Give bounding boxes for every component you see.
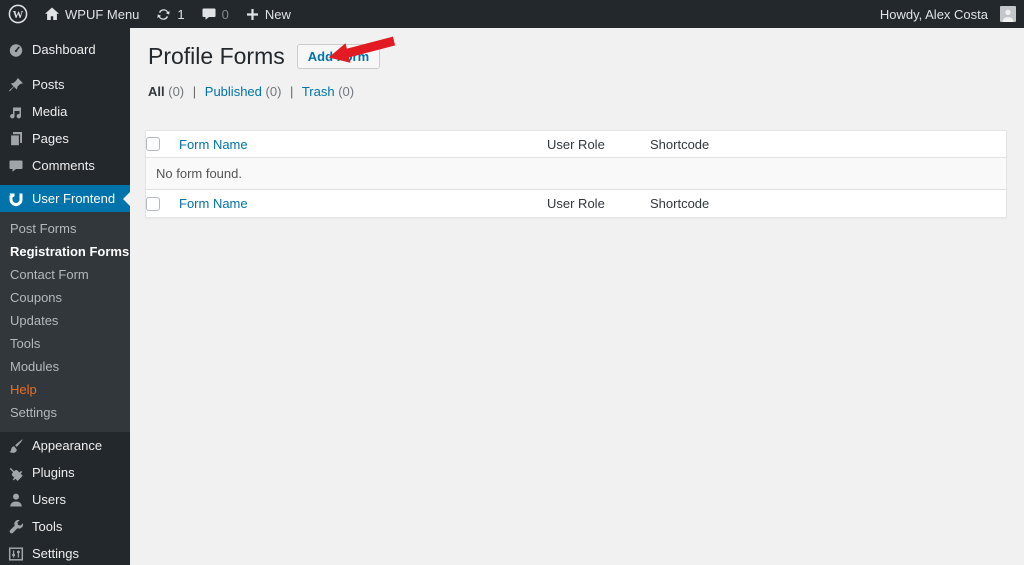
sidebar-item-posts[interactable]: Posts bbox=[0, 71, 130, 98]
column-user-role: User Role bbox=[547, 136, 605, 152]
submenu-item-help[interactable]: Help bbox=[0, 378, 130, 401]
pages-icon bbox=[8, 131, 24, 147]
sidebar-item-label: Users bbox=[32, 492, 66, 507]
updates-menu[interactable]: 1 bbox=[147, 0, 192, 28]
filter-all[interactable]: All bbox=[148, 84, 165, 99]
select-all-checkbox[interactable] bbox=[146, 137, 160, 151]
table-header-row: Form Name User Role Shortcode bbox=[146, 131, 1006, 158]
filter-trash-count: (0) bbox=[338, 84, 355, 99]
svg-text:W: W bbox=[13, 10, 24, 21]
submenu-item-tools[interactable]: Tools bbox=[0, 332, 130, 355]
comments-icon bbox=[8, 158, 24, 174]
filter-published[interactable]: Published bbox=[205, 84, 262, 99]
sidebar-item-label: Comments bbox=[32, 158, 95, 173]
empty-message: No form found. bbox=[146, 158, 1006, 189]
submenu-item-coupons[interactable]: Coupons bbox=[0, 286, 130, 309]
user-frontend-submenu: Post Forms Registration Forms Contact Fo… bbox=[0, 212, 130, 432]
user-icon bbox=[8, 492, 24, 508]
table-row: No form found. bbox=[146, 158, 1006, 189]
wrench-icon bbox=[8, 519, 24, 535]
submenu-item-contact-form[interactable]: Contact Form bbox=[0, 263, 130, 286]
sidebar-item-pages[interactable]: Pages bbox=[0, 125, 130, 152]
sidebar-item-tools[interactable]: Tools bbox=[0, 513, 130, 540]
main-content: Profile Forms Add Form All (0) | Publish… bbox=[130, 28, 1024, 565]
paintbrush-icon bbox=[8, 438, 24, 454]
sidebar-item-label: User Frontend bbox=[32, 191, 116, 206]
sidebar-item-dashboard[interactable]: Dashboard bbox=[0, 36, 130, 63]
sidebar-separator bbox=[0, 63, 130, 71]
column-shortcode: Shortcode bbox=[650, 136, 710, 152]
submenu-item-settings[interactable]: Settings bbox=[0, 401, 130, 424]
sidebar-item-plugins[interactable]: Plugins bbox=[0, 459, 130, 486]
sidebar-item-comments[interactable]: Comments bbox=[0, 152, 130, 179]
account-menu[interactable]: Howdy, Alex Costa bbox=[872, 0, 1024, 28]
dashboard-icon bbox=[8, 42, 24, 58]
table-footer-row: Form Name User Role Shortcode bbox=[146, 189, 1006, 217]
filter-separator: | bbox=[290, 84, 294, 99]
updates-icon bbox=[155, 6, 172, 23]
sidebar-item-label: Dashboard bbox=[32, 42, 96, 57]
sidebar-item-media[interactable]: Media bbox=[0, 98, 130, 125]
sidebar-item-label: Tools bbox=[32, 519, 63, 534]
admin-sidebar: Dashboard Posts Media Pages Comments Use… bbox=[0, 28, 130, 565]
comment-bubble-icon bbox=[201, 6, 217, 22]
filter-separator: | bbox=[192, 84, 197, 99]
sidebar-item-user-frontend[interactable]: User Frontend bbox=[0, 185, 130, 212]
pushpin-icon bbox=[8, 77, 24, 93]
submenu-item-post-forms[interactable]: Post Forms bbox=[0, 217, 130, 240]
sidebar-item-label: Appearance bbox=[32, 438, 103, 453]
submenu-item-updates[interactable]: Updates bbox=[0, 309, 130, 332]
sidebar-item-label: Posts bbox=[32, 77, 65, 92]
sidebar-item-appearance[interactable]: Appearance bbox=[0, 432, 130, 459]
admin-bar: W WPUF Menu 1 0 New Howdy, Alex Costa bbox=[0, 0, 1024, 28]
user-frontend-icon bbox=[8, 191, 24, 207]
avatar bbox=[1000, 6, 1016, 22]
filter-trash[interactable]: Trash bbox=[302, 84, 335, 99]
page-title: Profile Forms bbox=[148, 43, 285, 69]
submenu-item-registration-forms[interactable]: Registration Forms bbox=[0, 240, 130, 263]
column-form-name[interactable]: Form Name bbox=[179, 196, 248, 211]
filter-all-count: (0) bbox=[168, 84, 185, 99]
new-content-menu[interactable]: New bbox=[237, 0, 299, 28]
site-menu[interactable]: WPUF Menu bbox=[36, 0, 147, 28]
column-user-role: User Role bbox=[547, 196, 605, 211]
column-form-name[interactable]: Form Name bbox=[179, 137, 248, 152]
status-filters: All (0) | Published (0) | Trash (0) bbox=[148, 84, 1024, 99]
select-all-checkbox[interactable] bbox=[146, 196, 160, 211]
plus-icon bbox=[245, 7, 260, 22]
wordpress-logo-icon: W bbox=[8, 4, 28, 24]
comments-menu[interactable]: 0 bbox=[193, 0, 237, 28]
sidebar-item-label: Settings bbox=[32, 546, 79, 561]
sidebar-item-settings[interactable]: Settings bbox=[0, 540, 130, 565]
sidebar-item-users[interactable]: Users bbox=[0, 486, 130, 513]
plug-icon bbox=[8, 465, 24, 481]
forms-list-table: Form Name User Role Shortcode No form fo… bbox=[145, 130, 1007, 218]
filter-published-count: (0) bbox=[265, 84, 282, 99]
wordpress-logo-menu[interactable]: W bbox=[0, 0, 36, 28]
howdy-text: Howdy, Alex Costa bbox=[879, 6, 988, 22]
home-icon bbox=[44, 6, 60, 22]
submenu-item-modules[interactable]: Modules bbox=[0, 355, 130, 378]
comments-count: 0 bbox=[221, 6, 229, 22]
media-icon bbox=[8, 104, 24, 120]
new-label: New bbox=[264, 6, 291, 22]
column-shortcode: Shortcode bbox=[650, 196, 710, 211]
settings-sliders-icon bbox=[8, 546, 24, 562]
sidebar-item-label: Plugins bbox=[32, 465, 75, 480]
sidebar-item-label: Pages bbox=[32, 131, 69, 146]
red-arrow-annotation bbox=[328, 36, 396, 63]
site-name: WPUF Menu bbox=[65, 6, 140, 22]
sidebar-item-label: Media bbox=[32, 104, 68, 119]
updates-count: 1 bbox=[177, 6, 185, 22]
